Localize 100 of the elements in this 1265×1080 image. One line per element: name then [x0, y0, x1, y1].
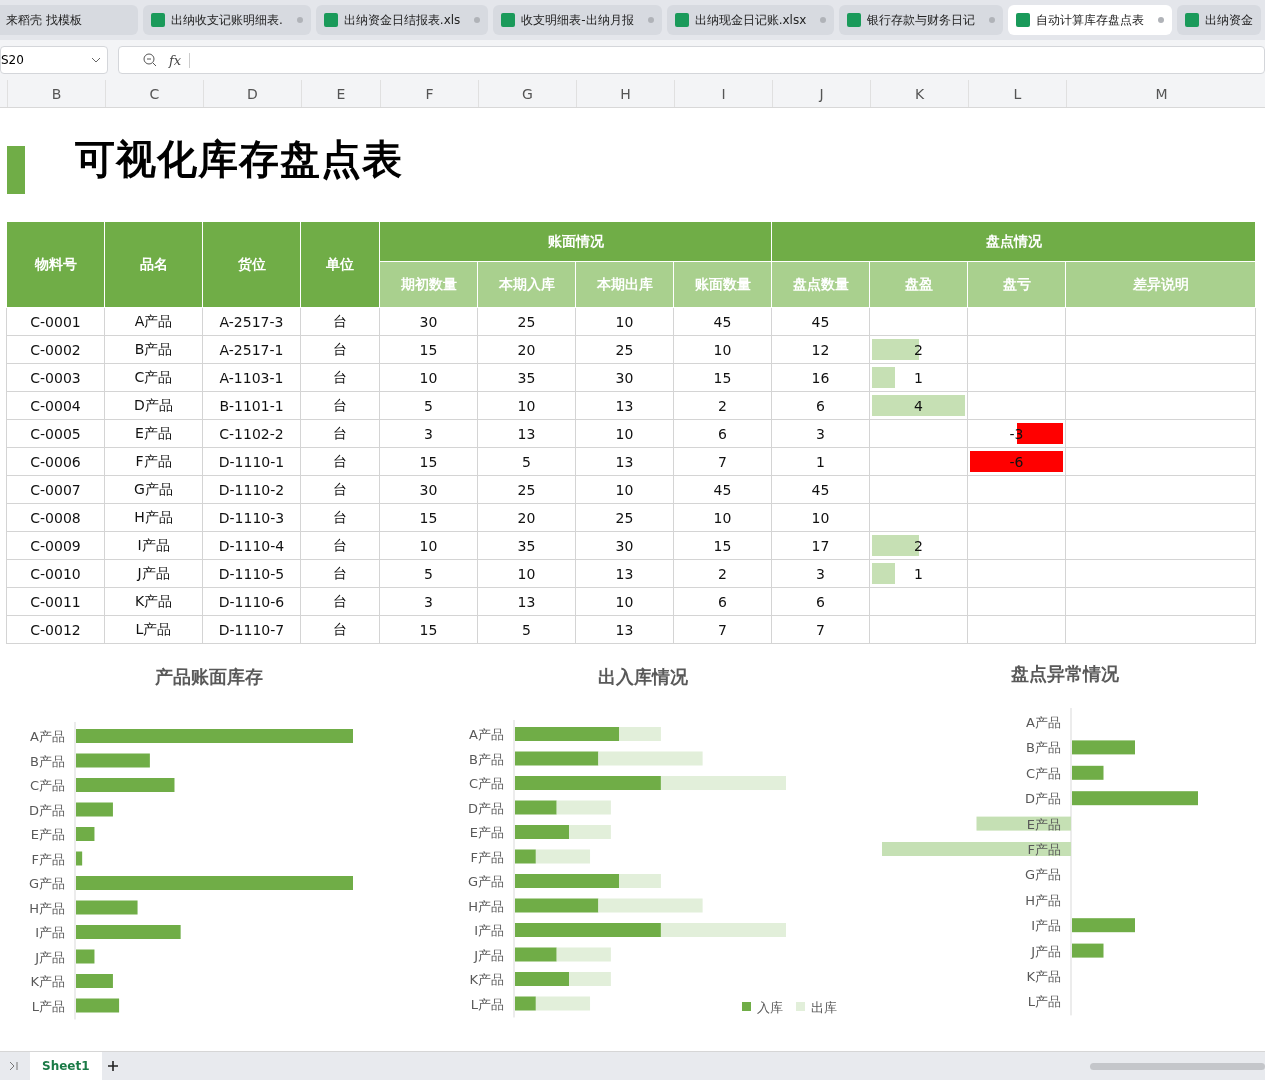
table-cell: 25 [576, 504, 674, 532]
table-cell: 7 [674, 448, 772, 476]
table-cell: 台 [301, 560, 380, 588]
axis-label: I产品 [474, 923, 504, 938]
column-header[interactable]: B [7, 80, 105, 107]
axis-label: K产品 [469, 972, 504, 987]
dot-icon [296, 17, 303, 23]
table-cell: 15 [674, 364, 772, 392]
table-cell: 2 [674, 560, 772, 588]
sheet-title: 可视化库存盘点表 [75, 134, 403, 184]
header-cell: 物料号 [7, 222, 105, 308]
axis-label: J产品 [35, 949, 65, 965]
column-header[interactable]: C [105, 80, 203, 107]
axis-label: H产品 [468, 898, 504, 914]
name-box[interactable]: S20 [0, 46, 108, 74]
table-cell: 13 [576, 560, 674, 588]
column-header[interactable]: M [1066, 80, 1256, 107]
column-header[interactable]: K [870, 80, 968, 107]
table-cell: 3 [380, 588, 478, 616]
axis-label: F产品 [470, 849, 504, 865]
table-cell: K产品 [105, 588, 203, 616]
bar [1072, 918, 1135, 933]
table-cell: C-0002 [7, 336, 105, 364]
tab[interactable]: 出纳资金 [1177, 5, 1262, 35]
dot-icon [647, 17, 654, 23]
axis-label: E产品 [1026, 816, 1061, 832]
sheet-tab[interactable]: Sheet1 [30, 1052, 102, 1080]
axis-label: J产品 [474, 947, 504, 963]
tab[interactable]: 收支明细表-出纳月报 [493, 5, 662, 35]
bar [76, 851, 83, 866]
column-header[interactable]: J [772, 80, 870, 107]
column-header[interactable]: D [203, 80, 301, 107]
table-cell: C-0008 [7, 504, 105, 532]
axis-label: D产品 [29, 802, 65, 818]
table-cell: D-1110-2 [203, 476, 301, 504]
table-cell: E产品 [105, 420, 203, 448]
formula-field[interactable]: fx [118, 46, 1265, 74]
scrollbar[interactable] [1090, 1062, 1265, 1070]
table-cell: 45 [772, 476, 870, 504]
bar [569, 825, 611, 839]
chart-title: 产品账面库存 [155, 666, 263, 687]
axis-label: B产品 [30, 753, 65, 769]
header-cell: 差异说明 [1066, 262, 1256, 308]
column-header[interactable]: H [576, 80, 674, 107]
table-cell: 10 [478, 392, 576, 420]
table-cell: 35 [478, 532, 576, 560]
bar [515, 800, 557, 815]
table-cell: 6 [674, 420, 772, 448]
table-cell: 16 [772, 364, 870, 392]
table-cell: 15 [380, 616, 478, 644]
bar [515, 947, 557, 962]
chart-title: 盘点异常情况 [1011, 663, 1119, 684]
column-header[interactable]: E [301, 80, 380, 107]
table-cell: 台 [301, 616, 380, 644]
table-cell: 30 [380, 476, 478, 504]
table-cell: I产品 [105, 532, 203, 560]
bar [515, 972, 570, 986]
axis-label: D产品 [468, 800, 504, 816]
table-cell: D-1110-6 [203, 588, 301, 616]
axis-label: I产品 [1031, 918, 1061, 934]
table-cell: 7 [674, 616, 772, 644]
table-cell: A-2517-1 [203, 336, 301, 364]
column-header[interactable]: L [968, 80, 1066, 107]
table-cell: 3 [380, 420, 478, 448]
table-cell: 10 [576, 588, 674, 616]
table-cell: 6 [674, 588, 772, 616]
table-cell: 台 [301, 448, 380, 476]
table-cell: 台 [301, 504, 380, 532]
table-cell: B产品 [105, 336, 203, 364]
table-cell: 25 [478, 476, 576, 504]
table-cell: 台 [301, 308, 380, 336]
table-cell: A-1103-1 [203, 364, 301, 392]
header-cell: 本期入库 [478, 262, 576, 308]
dot-icon [989, 17, 996, 23]
column-header[interactable]: I [674, 80, 772, 107]
spreadsheet-icon [323, 13, 338, 27]
legend-item: 出库 [796, 1000, 837, 1015]
table-cell: 13 [478, 420, 576, 448]
column-header[interactable]: G [478, 80, 576, 107]
table-cell: A产品 [105, 308, 203, 336]
header-cell: 品名 [105, 222, 203, 308]
tab[interactable]: 来稻壳 找模板 [0, 5, 138, 35]
table-cell: 5 [380, 392, 478, 420]
bar [76, 998, 120, 1013]
axis-label: A产品 [469, 727, 504, 742]
table-cell: D-1110-7 [203, 616, 301, 644]
table-cell: C-1102-2 [203, 420, 301, 448]
cell-value: 1 [914, 369, 923, 386]
table-cell: D产品 [105, 392, 203, 420]
dot-icon [820, 17, 827, 23]
axis-label: J产品 [1031, 943, 1061, 959]
tab[interactable]: 出纳资金日结报表.xls [315, 5, 489, 35]
column-header[interactable]: F [380, 80, 478, 107]
cell-value: 2 [914, 537, 923, 554]
tab[interactable]: 出纳收支记账明细表. [143, 5, 311, 35]
tab[interactable]: 出纳现金日记账.xlsx [666, 5, 835, 35]
axis-label: H产品 [29, 900, 65, 916]
tab[interactable]: 银行存款与财务日记 [839, 5, 1004, 35]
tab[interactable]: 自动计算库存盘点表 [1008, 5, 1173, 35]
table-cell: 台 [301, 532, 380, 560]
